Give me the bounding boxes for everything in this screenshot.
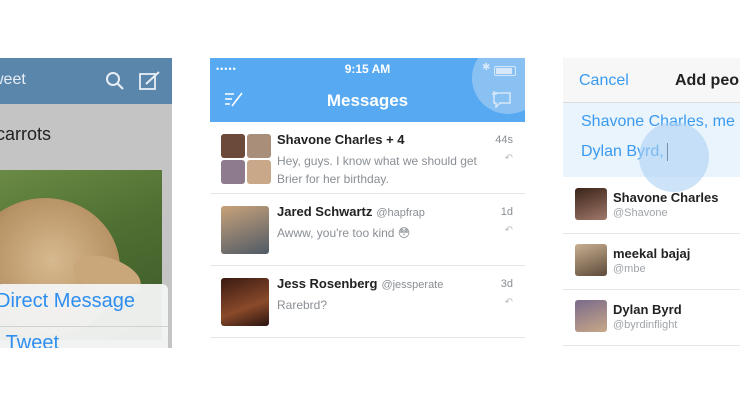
add-people-phone-screen: Cancel Add peo Shavone Charles, me Dylan… xyxy=(563,58,740,348)
search-icon[interactable] xyxy=(104,70,126,92)
avatar xyxy=(221,160,245,184)
avatar xyxy=(575,244,607,276)
conversation-preview: Rarebrd? xyxy=(277,298,328,312)
cancel-button[interactable]: Cancel xyxy=(579,72,629,90)
conversation-preview: Awww, you're too kind 😳 xyxy=(277,226,411,240)
conversation-name: Jess Rosenberg @jessperate xyxy=(277,276,444,291)
person-name: Dylan Byrd xyxy=(613,302,682,317)
conversation-preview: Hey, guys. I know what we should get Bri… xyxy=(277,154,477,186)
avatar xyxy=(221,278,269,326)
conversation-time: 44s xyxy=(495,134,513,146)
share-action-sheet: Direct Message l Tweet xyxy=(0,284,168,348)
reply-icon: ↶ xyxy=(504,225,513,236)
direct-message-option[interactable]: Direct Message xyxy=(0,290,135,313)
avatar xyxy=(575,300,607,332)
avatar xyxy=(221,206,269,254)
person-row[interactable]: Shavone Charles @Shavone xyxy=(563,178,740,234)
conversation-time: 3d xyxy=(500,278,513,290)
conversation-handle: @hapfrap xyxy=(376,207,425,219)
reply-icon: ↶ xyxy=(504,297,513,308)
tweet-option[interactable]: l Tweet xyxy=(0,332,59,348)
compose-tweet-icon[interactable] xyxy=(138,70,162,92)
avatar xyxy=(575,188,607,220)
avatar xyxy=(247,134,271,158)
conversation-name: Jared Schwartz @hapfrap xyxy=(277,204,425,219)
person-row[interactable]: meekal bajaj @mbe xyxy=(563,234,740,290)
left-nav-title: weet xyxy=(0,71,26,88)
conversation-name: Shavone Charles + 4 xyxy=(277,132,405,147)
sheet-divider xyxy=(0,326,168,327)
conversation-row[interactable]: Shavone Charles + 4 Hey, guys. I know wh… xyxy=(210,122,525,194)
avatar xyxy=(247,160,271,184)
left-phone-screen: weet carrots Direct Message l Tweet xyxy=(0,58,172,348)
conversation-row[interactable]: Jess Rosenberg @jessperate Rarebrd? 3d ↶ xyxy=(210,266,525,338)
person-handle: @mbe xyxy=(613,263,646,275)
reply-icon: ↶ xyxy=(504,153,513,164)
conversation-time: 1d xyxy=(500,206,513,218)
person-row[interactable]: Dylan Byrd @byrdinflight xyxy=(563,290,740,346)
page-title: Add peo xyxy=(675,72,739,89)
conversation-handle: @jessperate xyxy=(381,279,444,291)
conversation-row[interactable]: Jared Schwartz @hapfrap Awww, you're too … xyxy=(210,194,525,266)
person-name: meekal bajaj xyxy=(613,246,691,261)
person-name: Shavone Charles xyxy=(613,190,719,205)
person-handle: @Shavone xyxy=(613,207,668,219)
messages-phone-screen: ••••• 9:15 AM ✱ Messages Shavone Charles… xyxy=(210,58,525,348)
tweet-text: carrots xyxy=(0,124,52,144)
avatar xyxy=(221,134,245,158)
left-nav-bar: weet xyxy=(0,58,172,104)
person-handle: @byrdinflight xyxy=(613,319,678,331)
add-people-nav-bar: Cancel Add peo xyxy=(563,58,740,103)
